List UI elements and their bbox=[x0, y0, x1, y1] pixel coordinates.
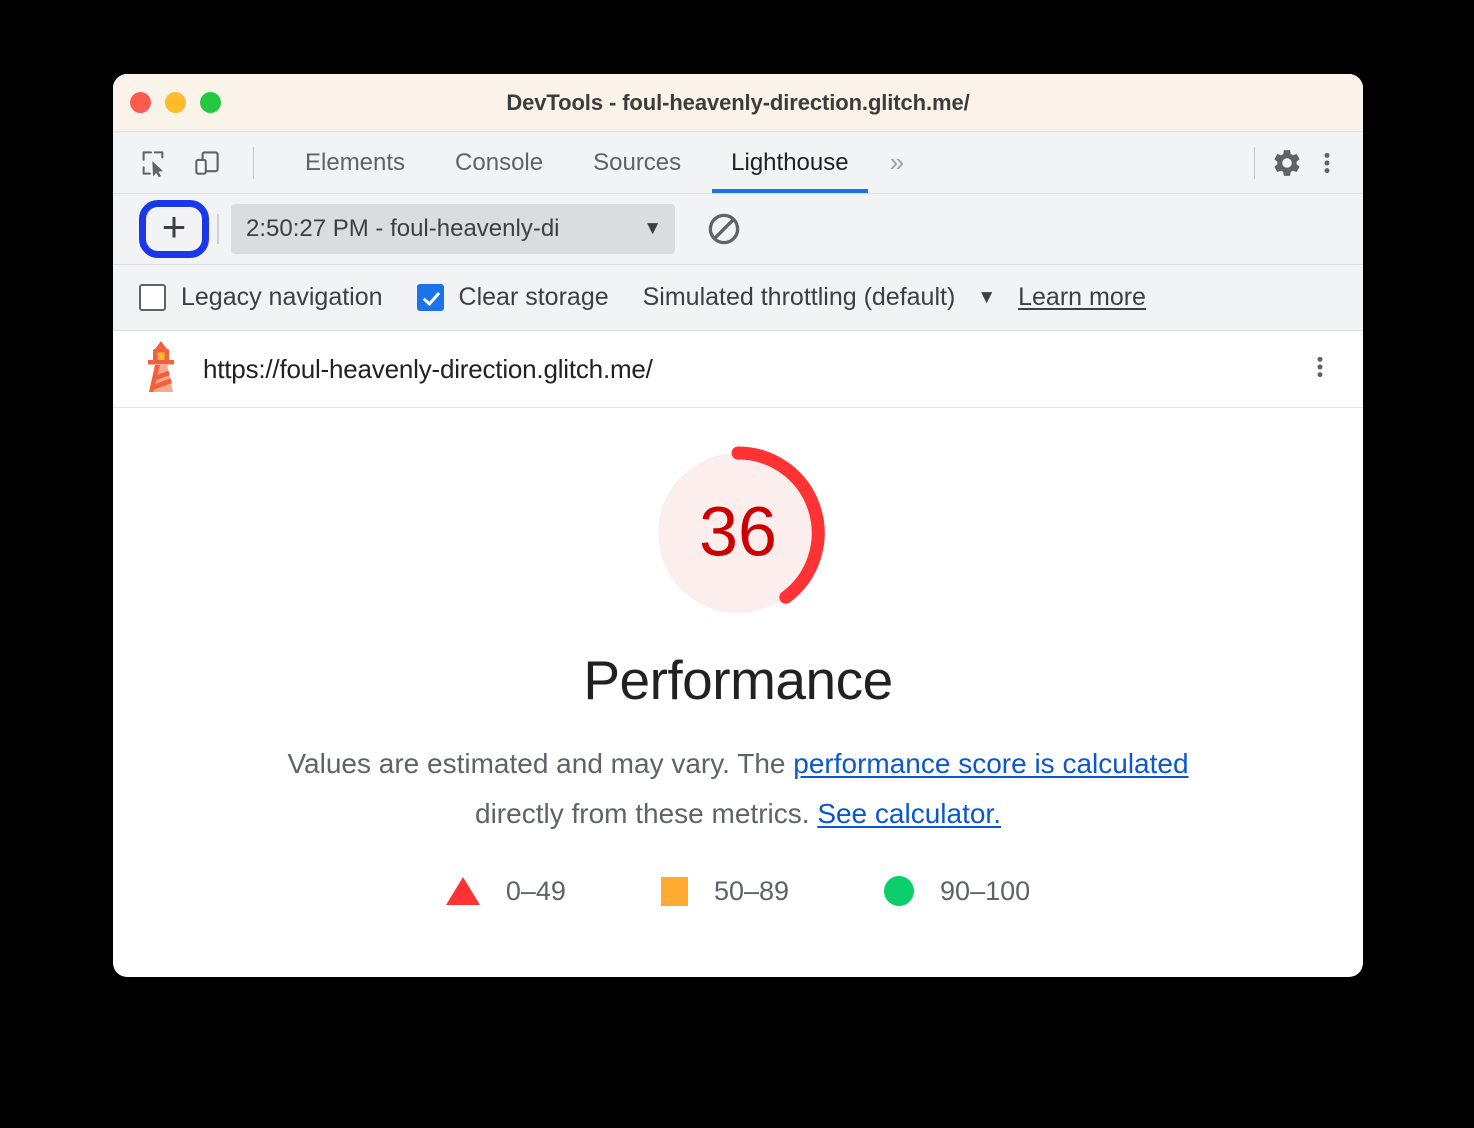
lighthouse-report-body: 36 Performance Values are estimated and … bbox=[113, 408, 1363, 937]
device-toolbar-icon[interactable] bbox=[187, 143, 227, 183]
see-calculator-link[interactable]: See calculator. bbox=[817, 798, 1001, 829]
score-disclaimer: Values are estimated and may vary. The p… bbox=[248, 739, 1228, 839]
tab-console[interactable]: Console bbox=[430, 132, 568, 193]
disclaimer-middle: directly from these metrics. bbox=[475, 797, 818, 829]
throttling-chevron-down-icon[interactable]: ▼ bbox=[977, 287, 996, 309]
legend-item-fail: 0–49 bbox=[445, 875, 566, 907]
close-window-button[interactable] bbox=[130, 92, 151, 113]
devtools-window: DevTools - foul-heavenly-direction.glitc… bbox=[113, 74, 1363, 977]
legend-label-average: 50–89 bbox=[713, 875, 790, 906]
learn-more-link[interactable]: Learn more bbox=[1018, 283, 1146, 312]
window-title: DevTools - foul-heavenly-direction.glitc… bbox=[506, 89, 970, 115]
traffic-light-buttons bbox=[130, 92, 221, 113]
tabstrip-divider bbox=[253, 146, 254, 179]
tabstrip-left-icons bbox=[113, 143, 266, 183]
pass-circle-icon bbox=[884, 876, 915, 907]
tab-sources[interactable]: Sources bbox=[568, 132, 706, 193]
devtools-tabs: Elements Console Sources Lighthouse » bbox=[280, 132, 920, 193]
legend-label-pass: 90–100 bbox=[940, 875, 1031, 906]
tabstrip-right-divider bbox=[1254, 146, 1255, 179]
tab-elements-label: Elements bbox=[305, 148, 406, 176]
more-tabs-chevron-icon[interactable]: » bbox=[874, 132, 920, 193]
performance-score-value: 36 bbox=[699, 492, 777, 571]
performance-score-calculated-link[interactable]: performance score is calculated bbox=[793, 748, 1188, 779]
report-select[interactable]: 2:50:27 PM - foul-heavenly-di ▼ bbox=[231, 204, 675, 254]
score-legend: 0–49 50–89 90–100 bbox=[445, 875, 1030, 907]
toolbar-divider bbox=[217, 214, 219, 244]
legacy-navigation-label: Legacy navigation bbox=[181, 283, 383, 311]
minimize-window-button[interactable] bbox=[165, 92, 186, 113]
legacy-navigation-checkbox-box bbox=[139, 284, 166, 311]
performance-score-gauge: 36 bbox=[650, 445, 826, 621]
tab-lighthouse[interactable]: Lighthouse bbox=[706, 132, 873, 193]
chevron-down-icon: ▼ bbox=[643, 218, 662, 239]
tab-sources-label: Sources bbox=[593, 148, 682, 176]
maximize-window-button[interactable] bbox=[200, 92, 221, 113]
average-square-icon bbox=[660, 876, 688, 906]
disclaimer-prefix: Values are estimated and may vary. The bbox=[287, 748, 794, 779]
report-options-kebab-icon[interactable] bbox=[1307, 351, 1339, 388]
devtools-tabstrip: Elements Console Sources Lighthouse » bbox=[113, 132, 1363, 194]
settings-gear-icon[interactable] bbox=[1267, 143, 1307, 183]
add-report-button[interactable]: + bbox=[137, 198, 211, 260]
page-title: Performance bbox=[583, 649, 893, 711]
clear-storage-checkbox[interactable]: Clear storage bbox=[416, 283, 609, 312]
legend-label-fail: 0–49 bbox=[505, 875, 566, 906]
tab-console-label: Console bbox=[455, 148, 544, 176]
tab-elements[interactable]: Elements bbox=[280, 132, 430, 193]
add-report-plus-icon: + bbox=[161, 203, 187, 250]
legend-item-pass: 90–100 bbox=[884, 876, 1030, 907]
lighthouse-settings-row: Legacy navigation Clear storage Simulate… bbox=[113, 265, 1363, 331]
report-url-text: https://foul-heavenly-direction.glitch.m… bbox=[203, 353, 653, 384]
tabstrip-right-icons bbox=[1242, 143, 1363, 183]
inspect-element-icon[interactable] bbox=[133, 143, 173, 183]
clear-all-reports-button[interactable] bbox=[701, 206, 747, 252]
clear-storage-label: Clear storage bbox=[458, 283, 609, 311]
throttling-select-label[interactable]: Simulated throttling (default) bbox=[643, 283, 956, 312]
fail-triangle-icon bbox=[445, 877, 480, 906]
lighthouse-logo-icon bbox=[139, 340, 183, 399]
legacy-navigation-checkbox[interactable]: Legacy navigation bbox=[139, 283, 383, 312]
more-options-kebab-icon[interactable] bbox=[1307, 143, 1347, 183]
legend-item-average: 50–89 bbox=[660, 875, 790, 907]
window-titlebar: DevTools - foul-heavenly-direction.glitc… bbox=[113, 74, 1363, 132]
clear-storage-checkbox-box bbox=[416, 284, 444, 311]
lighthouse-toolbar: + 2:50:27 PM - foul-heavenly-di ▼ bbox=[113, 194, 1363, 265]
tab-lighthouse-label: Lighthouse bbox=[731, 148, 849, 176]
report-url-row: https://foul-heavenly-direction.glitch.m… bbox=[113, 331, 1363, 408]
report-select-value: 2:50:27 PM - foul-heavenly-di bbox=[246, 215, 560, 242]
